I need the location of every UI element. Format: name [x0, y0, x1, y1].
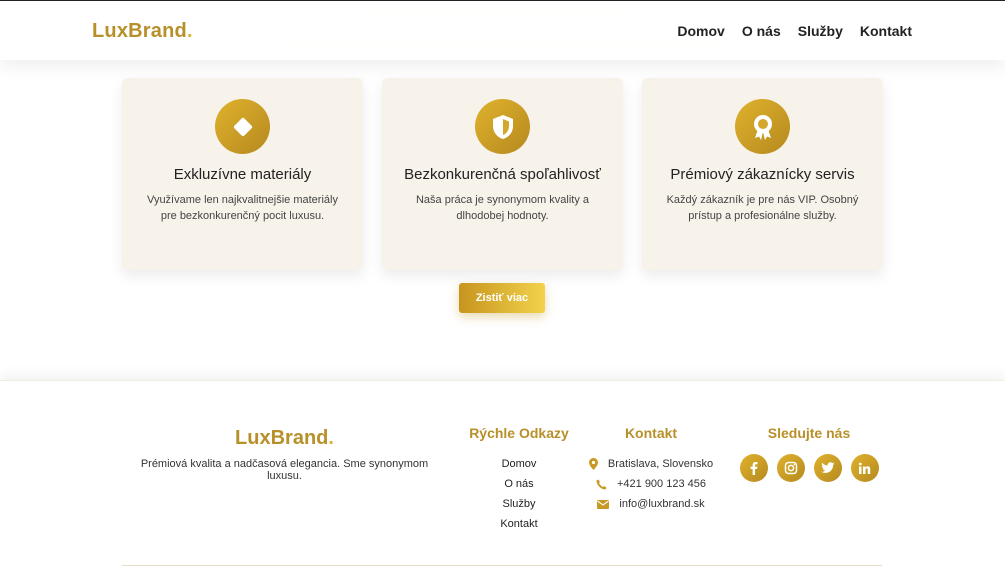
social-heading: Sledujte nás: [767, 425, 851, 441]
feature-text: Každý zákazník je pre nás VIP. Osobný pr…: [666, 194, 859, 222]
footer-brand: LuxBrand. Prémiová kvalita a nadčasová e…: [122, 427, 447, 482]
twitter-icon[interactable]: [813, 454, 842, 482]
footer-logo[interactable]: LuxBrand.: [122, 427, 447, 450]
contact-phone: +421 900 123 456: [588, 474, 714, 494]
feature-text: Využívame len najkvalitnejšie materiály …: [147, 194, 338, 222]
footer-link-about[interactable]: O nás: [463, 474, 575, 494]
footer-social: Sledujte nás: [738, 425, 880, 482]
nav-link-services[interactable]: Služby: [798, 23, 843, 39]
feature-card-reliability: Bezkonkurenčná spoľahlivosť Naša práca j…: [382, 78, 623, 270]
linkedin-icon[interactable]: [850, 454, 879, 482]
footer-divider: [122, 565, 882, 566]
feature-text: Naša práca je synonymom kvality a dlhodo…: [415, 194, 589, 222]
contact-address: Bratislava, Slovensko: [588, 454, 714, 474]
contact-heading: Kontakt: [624, 425, 678, 441]
feature-card-service: Prémiový zákaznícky servis Každý zákazní…: [642, 78, 883, 270]
phone-icon: [596, 479, 607, 489]
footer-tagline: Prémiová kvalita a nadčasová elegancia. …: [140, 458, 429, 482]
feature-title: Prémiový zákaznícky servis: [670, 166, 855, 183]
feature-title: Exkluzívne materiály: [173, 166, 312, 183]
footer-link-home[interactable]: Domov: [463, 454, 575, 474]
top-border: [0, 0, 1005, 1]
contact-email[interactable]: info@luxbrand.sk: [588, 494, 714, 514]
quick-links-heading: Rýchle Odkazy: [469, 425, 569, 441]
footer-quick-links: Rýchle Odkazy Domov O nás Služby Kontakt: [463, 425, 575, 534]
site-footer: LuxBrand. Prémiová kvalita a nadčasová e…: [0, 380, 1005, 575]
learn-more-button[interactable]: Zistiť viac: [459, 283, 545, 313]
nav-link-home[interactable]: Domov: [677, 23, 724, 39]
map-pin-icon: [588, 458, 598, 470]
diamond-icon: [215, 99, 270, 154]
feature-title: Bezkonkurenčná spoľahlivosť: [404, 166, 601, 183]
shield-icon: [475, 99, 530, 154]
envelope-icon: [597, 499, 610, 509]
main-nav: Domov O nás Služby Kontakt: [677, 23, 912, 39]
footer-link-contact[interactable]: Kontakt: [463, 514, 575, 534]
instagram-icon[interactable]: [776, 454, 805, 482]
footer-link-services[interactable]: Služby: [463, 494, 575, 514]
facebook-icon[interactable]: [739, 454, 768, 482]
nav-link-about[interactable]: O nás: [742, 23, 781, 39]
site-header: LuxBrand. Domov O nás Služby Kontakt: [0, 1, 1005, 60]
footer-contact: Kontakt Bratislava, Slovensko +421 900 1…: [588, 425, 714, 514]
logo[interactable]: LuxBrand.: [92, 20, 193, 43]
award-icon: [735, 99, 790, 154]
feature-card-materials: Exkluzívne materiály Využívame len najkv…: [122, 78, 363, 270]
nav-link-contact[interactable]: Kontakt: [860, 23, 912, 39]
feature-cards: Exkluzívne materiály Využívame len najkv…: [122, 78, 883, 270]
